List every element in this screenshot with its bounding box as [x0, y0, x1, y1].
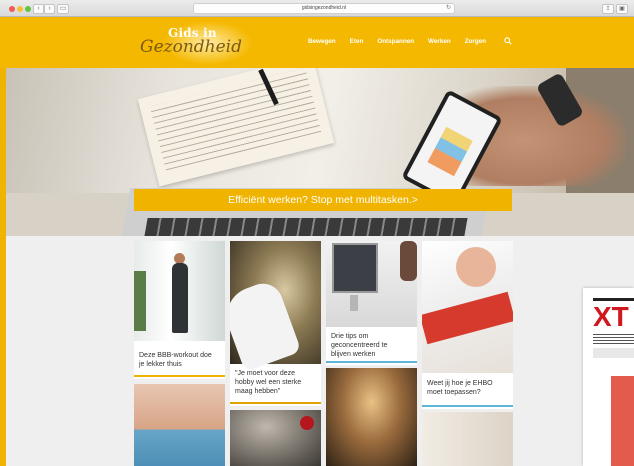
- article-card-ehbo[interactable]: Weet jij hoe je EHBO moet toepassen?: [422, 241, 513, 409]
- search-icon[interactable]: [504, 37, 512, 45]
- article-title-line: Weet jij hoe je EHBO: [427, 380, 493, 387]
- first-aid-kit-shape: [422, 291, 513, 345]
- article-title-line: hobby wel een sterke: [235, 379, 302, 386]
- article-accent-rule: [134, 375, 225, 377]
- share-button[interactable]: ⇪: [602, 4, 614, 14]
- zoom-window-button[interactable]: [25, 6, 31, 12]
- nav-item-zorgen[interactable]: Zorgen: [465, 38, 486, 45]
- side-advertisement[interactable]: XT: [583, 288, 634, 466]
- sidebar-icon: ▭: [59, 5, 67, 12]
- article-card-food[interactable]: [230, 410, 321, 466]
- article-title-line: Drie tips om: [331, 333, 369, 340]
- phone-chart: [427, 126, 473, 177]
- share-icon: ⇪: [605, 6, 611, 12]
- hero-banner-link[interactable]: Efficiënt werken? Stop met multitasken.>: [134, 189, 512, 211]
- monitor-shape: [332, 243, 378, 293]
- article-grid: Deze BBB-workout doe je lekker thuis "Je…: [6, 236, 634, 466]
- ad-title: XT: [593, 301, 629, 332]
- article-title[interactable]: Weet jij hoe je EHBO moet toepassen?: [427, 379, 493, 397]
- logo-text-bottom: Gezondheid: [140, 37, 242, 57]
- nav-item-werken[interactable]: Werken: [428, 38, 451, 45]
- hero-keyboard: [144, 218, 468, 236]
- hero-notebook: [137, 68, 335, 187]
- article-image: [422, 241, 513, 373]
- article-title-line: moet toepassen?: [427, 389, 481, 396]
- new-tab-button[interactable]: ▣: [616, 4, 628, 14]
- article-card-concentration[interactable]: Drie tips om geconcentreerd te blijven w…: [326, 241, 417, 365]
- back-button[interactable]: ‹: [33, 4, 44, 14]
- article-image: [230, 241, 321, 372]
- glove-shape: [230, 278, 302, 372]
- article-card-relax[interactable]: [326, 368, 417, 466]
- chevron-left-icon: ‹: [37, 5, 40, 12]
- person-figure: [172, 263, 188, 333]
- article-card-workout[interactable]: Deze BBB-workout doe je lekker thuis: [134, 241, 225, 379]
- article-title-line: geconcentreerd te: [331, 342, 388, 349]
- article-accent-rule: [230, 402, 321, 404]
- site-logo[interactable]: Gids in Gezondheid: [138, 21, 270, 65]
- ad-photo: [611, 376, 634, 466]
- article-title-line: "Je moet voor deze: [235, 370, 296, 377]
- plant-shape: [134, 271, 146, 331]
- address-bar-url: gidsingezondheid.nl: [301, 5, 347, 11]
- article-image: [326, 368, 417, 466]
- article-title-line: Deze BBB-workout doe: [139, 352, 212, 359]
- berry-shape: [300, 416, 314, 430]
- hero-image[interactable]: Efficiënt werken? Stop met multitasken.>: [6, 68, 634, 236]
- main-navigation: Bewegen Eten Ontspannen Werken Zorgen: [308, 38, 500, 45]
- article-title[interactable]: Drie tips om geconcentreerd te blijven w…: [331, 332, 387, 359]
- nav-item-bewegen[interactable]: Bewegen: [308, 38, 336, 45]
- article-title[interactable]: Deze BBB-workout doe je lekker thuis: [139, 351, 212, 369]
- monitor-stand: [350, 295, 358, 311]
- nav-item-eten[interactable]: Eten: [350, 38, 364, 45]
- browser-toolbar: ‹ › ▭ gidsingezondheid.nl ↻ ⇪ ▣: [0, 0, 634, 17]
- article-accent-rule: [422, 405, 513, 407]
- article-card-extra[interactable]: [422, 412, 513, 466]
- article-card-yoga[interactable]: [134, 384, 225, 466]
- close-window-button[interactable]: [9, 6, 15, 12]
- site-header: Gids in Gezondheid Bewegen Eten Ontspann…: [0, 18, 634, 68]
- article-title-line: maag hebben": [235, 388, 281, 395]
- tabs-icon: ▣: [619, 6, 625, 12]
- address-bar[interactable]: gidsingezondheid.nl ↻: [193, 3, 455, 14]
- ad-block: [593, 348, 634, 358]
- article-card-hobby[interactable]: "Je moet voor deze hobby wel een sterke …: [230, 241, 321, 406]
- article-image: [230, 410, 321, 466]
- sidebar-toggle-button[interactable]: ▭: [57, 4, 69, 14]
- nav-item-ontspannen[interactable]: Ontspannen: [377, 38, 414, 45]
- article-image: [134, 384, 225, 466]
- article-image: [422, 412, 513, 466]
- forward-button[interactable]: ›: [44, 4, 55, 14]
- ad-subtext: [593, 334, 634, 344]
- article-title-line: blijven werken: [331, 351, 376, 358]
- article-title[interactable]: "Je moet voor deze hobby wel een sterke …: [235, 369, 301, 396]
- article-title-line: je lekker thuis: [139, 361, 182, 368]
- article-accent-rule: [326, 361, 417, 363]
- article-image: [326, 241, 417, 327]
- notebook-lines: [149, 68, 323, 175]
- person-shape: [400, 241, 417, 281]
- chevron-right-icon: ›: [48, 5, 51, 12]
- minimize-window-button[interactable]: [17, 6, 23, 12]
- article-image: [134, 241, 225, 341]
- hand-shape: [456, 247, 496, 287]
- reload-icon[interactable]: ↻: [446, 4, 451, 13]
